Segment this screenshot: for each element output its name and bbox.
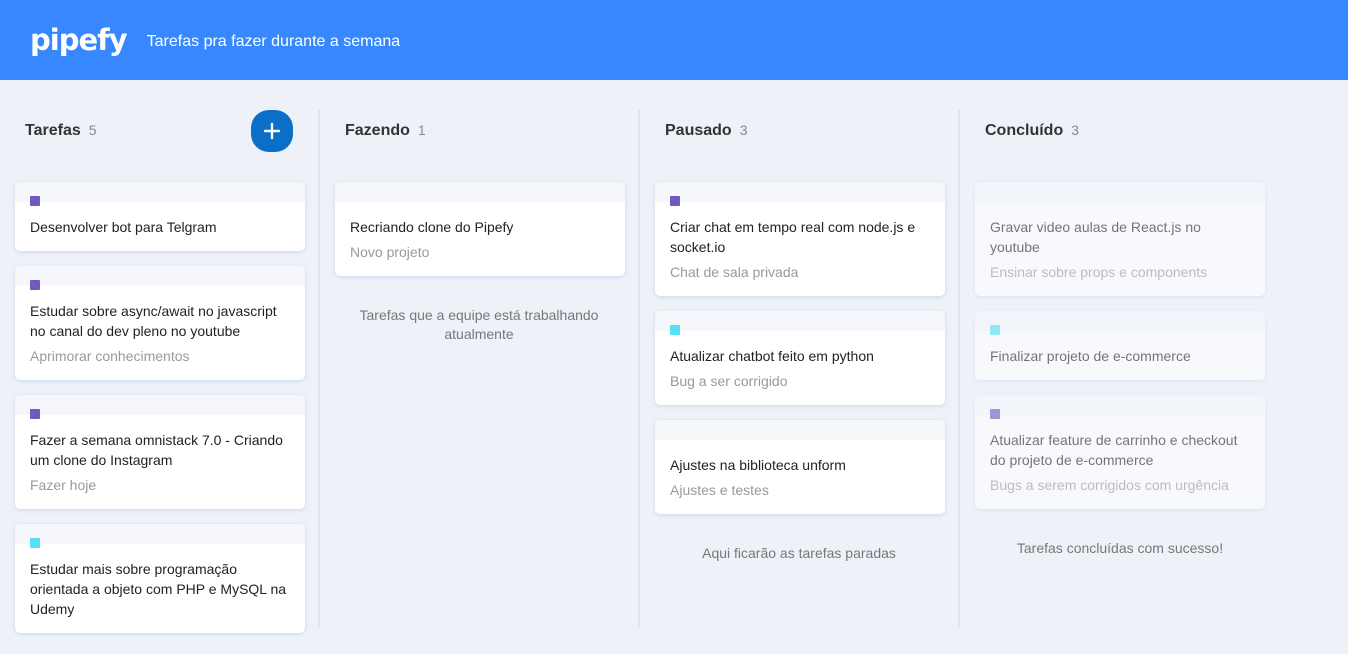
card-subtitle: Bug a ser corrigido [670,373,788,389]
list-fazendo: Fazendo 1 Recriando clone do Pipefy Novo pr… [320,110,640,628]
card-subtitle: Chat de sala privada [670,264,799,280]
card-label-tag [30,409,40,419]
task-card[interactable]: Fazer a semana omnistack 7.0 - Criando u… [15,395,305,509]
card-title: Atualizar chatbot feito em python [670,348,874,364]
card-title: Atualizar feature de carrinho e checkout… [990,432,1238,468]
list-title: Concluído [985,122,1064,139]
add-card-button[interactable] [251,110,293,152]
card-title: Fazer a semana omnistack 7.0 - Criando u… [30,432,283,468]
list-count: 1 [417,122,426,138]
pipefy-logo[interactable]: pipefy [30,23,128,57]
list-pausado: Pausado 3 Criar chat em tempo real com nod… [640,110,960,628]
card-label-tag [30,538,40,548]
card-label-tag [990,325,1000,335]
list-count: 5 [88,122,97,138]
card-title: Recriando clone do Pipefy [350,219,514,235]
task-card[interactable]: Atualizar chatbot feito em python Bug a s… [655,311,945,405]
list-header: Fazendo 1 [335,110,623,152]
list-note: Aqui ficarão as tarefas paradas [702,545,896,561]
kanban-board: Tarefas 5 Desenvolver bot para Telgram Estu… [0,80,1348,654]
card-title: Finalizar projeto de e-commerce [990,348,1191,364]
task-card[interactable]: Estudar mais sobre programação orientada… [15,524,305,633]
task-card[interactable]: Desenvolver bot para Telgram [15,182,305,251]
card-subtitle: Ajustes e testes [670,482,769,498]
card-label-tag [990,409,1000,419]
list-concluído: Concluído 3 Gravar video aulas de React.js… [960,110,1280,628]
list-title: Pausado [665,122,732,139]
card-label-tag [670,196,680,206]
card-title: Criar chat em tempo real com node.js e s… [670,219,916,255]
card-subtitle: Aprimorar conhecimentos [30,348,190,364]
list-tarefas: Tarefas 5 Desenvolver bot para Telgram Estu… [0,110,320,633]
list-header: Concluído 3 [975,110,1265,152]
list-count: 3 [739,122,748,138]
list-title-group: Tarefas 5 [25,122,97,140]
list-title-group: Fazendo 1 [345,122,426,140]
task-card[interactable]: Ajustes na biblioteca unform Ajustes e te… [655,420,945,514]
card-label-tag [30,196,40,206]
list-count: 3 [1071,122,1080,138]
card-subtitle: Novo projeto [350,244,430,260]
card-title: Desenvolver bot para Telgram [30,219,217,235]
list-note: Tarefas concluídas com sucesso! [1016,540,1224,556]
list-title-group: Pausado 3 [665,122,747,140]
task-card[interactable]: Atualizar feature de carrinho e checkout… [975,395,1265,509]
list-note: Tarefas que a equipe está trabalhando at… [359,307,599,342]
task-card[interactable]: Recriando clone do Pipefy Novo projeto [335,182,625,276]
task-card[interactable]: Gravar video aulas de React.js no youtub… [975,182,1265,296]
list-title-group: Concluído 3 [985,122,1079,140]
card-label-tag [30,280,40,290]
task-card[interactable]: Criar chat em tempo real com node.js e s… [655,182,945,296]
card-title: Ajustes na biblioteca unform [670,457,846,473]
list-header: Pausado 3 [655,110,943,152]
card-title: Gravar video aulas de React.js no youtub… [990,219,1201,255]
task-card[interactable]: Finalizar projeto de e-commerce [975,311,1265,380]
plus-icon [263,122,281,140]
card-title: Estudar sobre async/await no javascript … [30,303,277,339]
list-title: Fazendo [345,122,410,139]
board-subtitle: Tarefas pra fazer durante a semana [146,32,401,50]
card-subtitle: Bugs a serem corrigidos com urgência [990,477,1229,493]
card-subtitle: Ensinar sobre props e components [990,264,1208,280]
list-header: Tarefas 5 [15,110,303,152]
app-header: pipefy Tarefas pra fazer durante a seman… [0,0,1348,80]
list-title: Tarefas [25,122,81,139]
card-subtitle: Fazer hoje [30,477,97,493]
task-card[interactable]: Estudar sobre async/await no javascript … [15,266,305,380]
card-label-tag [670,325,680,335]
card-title: Estudar mais sobre programação orientada… [30,561,287,617]
